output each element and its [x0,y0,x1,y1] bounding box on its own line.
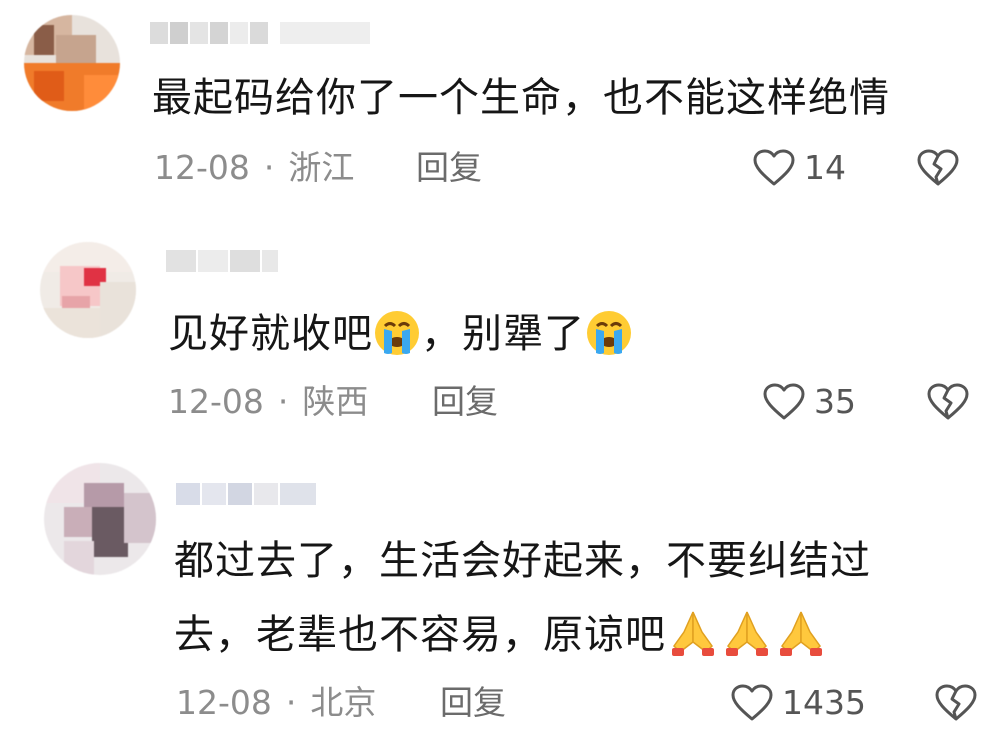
username[interactable] [176,483,316,505]
loudly-crying-face-icon [375,311,419,355]
like-count: 35 [814,382,856,421]
folded-hands-icon [780,611,822,656]
avatar[interactable] [24,15,120,111]
heart-outline-icon [763,383,805,420]
heart-outline-icon [731,684,773,721]
comment-text-part: 见好就收吧 [168,311,373,357]
comment-text-part: ，别犟了 [421,311,585,357]
comment-location: 陕西 [302,382,369,421]
comment-date: 12-08 [154,148,250,187]
reply-button[interactable]: 回复 [432,382,498,422]
broken-heart-icon[interactable] [934,683,978,723]
comment-location: 浙江 [288,148,355,187]
comment-date: 12-08 [168,382,264,421]
avatar[interactable] [40,242,136,338]
comment-text-part: 去，老辈也不容易，原谅吧 [174,612,666,658]
username[interactable] [166,250,278,272]
like-count: 14 [804,148,846,187]
separator: · [263,148,275,187]
comment-text: 最起码给你了一个生命，也不能这样绝情 [152,75,890,121]
separator: · [277,382,289,421]
reply-button[interactable]: 回复 [416,148,482,188]
comment-meta: 12-08 · 陕西 [168,382,368,422]
comment-item-1: 最起码给你了一个生命，也不能这样绝情 12-08 · 浙江 回复 14 [0,0,1002,210]
comment-location: 北京 [310,683,377,722]
comment-meta: 12-08 · 浙江 [154,148,354,188]
comment-date: 12-08 [176,683,272,722]
comment-item-3: 都过去了，生活会好起来，不要纠结过 去，老辈也不容易，原谅吧 12-08 · 北京 … [0,455,1002,746]
folded-hands-icon [672,611,714,656]
comment-text: 都过去了，生活会好起来，不要纠结过 [174,538,871,584]
folded-hands-icon [726,611,768,656]
avatar[interactable] [44,463,156,575]
loudly-crying-face-icon [587,311,631,355]
username[interactable] [150,22,370,44]
heart-outline-icon [753,149,795,186]
comment-text-line2: 去，老辈也不容易，原谅吧 [174,607,828,663]
separator: · [285,683,297,722]
like-button[interactable]: 1435 [730,683,866,723]
comment-text: 见好就收吧 ，别犟了 [168,306,633,362]
like-button[interactable]: 14 [752,148,846,188]
reply-button[interactable]: 回复 [440,683,506,723]
like-count: 1435 [782,683,866,722]
comment-item-2: 见好就收吧 ，别犟了 12-08 · 陕西 回复 35 [0,210,1002,455]
broken-heart-icon[interactable] [926,382,970,422]
like-button[interactable]: 35 [762,382,856,422]
comment-meta: 12-08 · 北京 [176,683,376,723]
broken-heart-icon[interactable] [916,148,960,188]
